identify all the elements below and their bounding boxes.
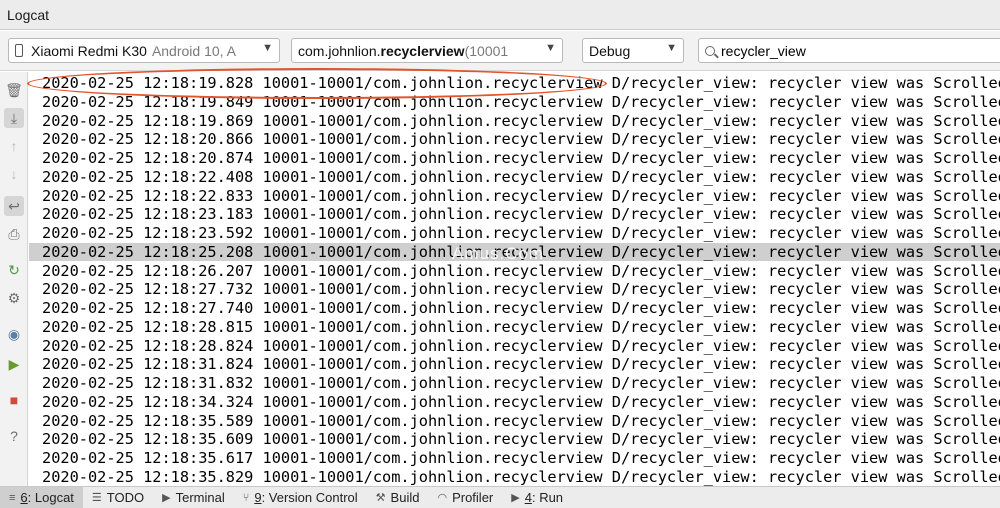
tab-label: TODO bbox=[106, 490, 145, 505]
device-name: Xiaomi Redmi K30 bbox=[31, 42, 147, 59]
filter-bar: Xiaomi Redmi K30 Android 10, A ▼ com.joh… bbox=[0, 31, 1000, 71]
panel-title: Logcat bbox=[7, 6, 50, 23]
log-line[interactable]: 2020-02-25 12:18:27.732 10001-10001/com.… bbox=[29, 280, 1000, 299]
tab-version-control[interactable]: ⑂ 9: Version Control bbox=[234, 487, 367, 508]
log-line[interactable]: 2020-02-25 12:18:23.592 10001-10001/com.… bbox=[29, 224, 1000, 243]
log-line[interactable]: 2020-02-25 12:18:35.617 10001-10001/com.… bbox=[29, 449, 1000, 468]
todo-icon: ☰ bbox=[91, 492, 102, 504]
log-line[interactable]: 2020-02-25 12:18:26.207 10001-10001/com.… bbox=[29, 262, 1000, 281]
log-line[interactable]: 2020-02-25 12:18:28.824 10001-10001/com.… bbox=[29, 337, 1000, 356]
process-selector[interactable]: com.johnlion. recyclerview (10001 ▼ bbox=[291, 38, 563, 63]
logcat-icon: ≡ bbox=[9, 491, 16, 504]
build-icon: ⚒ bbox=[375, 492, 386, 504]
settings-icon[interactable]: ⚙ bbox=[4, 288, 24, 308]
log-line[interactable]: 2020-02-25 12:18:35.609 10001-10001/com.… bbox=[29, 430, 1000, 449]
log-line[interactable]: 2020-02-25 12:18:34.324 10001-10001/com.… bbox=[29, 393, 1000, 412]
side-toolbar: 🗑 ⤓ ↑ ↓ ↩ ⎙ ↻ ⚙ ◉ ▶ ■ ? bbox=[0, 72, 28, 486]
tab-label: 9: Version Control bbox=[254, 490, 358, 505]
tab-label: Build bbox=[390, 490, 420, 505]
log-line[interactable]: 2020-02-25 12:18:31.824 10001-10001/com.… bbox=[29, 355, 1000, 374]
search-value: recycler_view bbox=[721, 42, 806, 59]
log-line[interactable]: 2020-02-25 12:18:22.833 10001-10001/com.… bbox=[29, 187, 1000, 206]
profiler-icon: ◠ bbox=[437, 492, 448, 504]
tab-todo[interactable]: ☰ TODO bbox=[83, 487, 153, 508]
log-line[interactable]: 2020-02-25 12:18:19.869 10001-10001/com.… bbox=[29, 112, 1000, 131]
device-detail: Android 10, A bbox=[151, 42, 236, 59]
process-suffix: (10001 bbox=[464, 42, 509, 59]
trash-icon[interactable]: 🗑 bbox=[4, 80, 24, 100]
log-line[interactable]: 2020-02-25 12:18:19.828 10001-10001/com.… bbox=[29, 74, 1000, 93]
search-input[interactable]: recycler_view bbox=[698, 38, 1000, 63]
log-level-selector[interactable]: Debug ▼ bbox=[582, 38, 684, 63]
tab-label: 4: Run bbox=[524, 490, 564, 505]
search-icon bbox=[705, 45, 715, 56]
print-icon[interactable]: ⎙ bbox=[4, 224, 24, 244]
tab-build[interactable]: ⚒ Build bbox=[367, 487, 429, 508]
tab-label: Terminal bbox=[175, 490, 225, 505]
log-output[interactable]: 2020-02-25 12:18:19.828 10001-10001/com.… bbox=[29, 72, 1000, 486]
watermark: Amus.Com bbox=[452, 244, 545, 263]
soft-wrap-icon[interactable]: ↩ bbox=[4, 196, 24, 216]
version-control-icon: ⑂ bbox=[242, 491, 250, 504]
log-line[interactable]: 2020-02-25 12:18:20.874 10001-10001/com.… bbox=[29, 149, 1000, 168]
help-icon[interactable]: ? bbox=[4, 426, 24, 446]
log-line[interactable]: 2020-02-25 12:18:27.740 10001-10001/com.… bbox=[29, 299, 1000, 318]
tab-profiler[interactable]: ◠ Profiler bbox=[428, 487, 502, 508]
log-line[interactable]: 2020-02-25 12:18:28.815 10001-10001/com.… bbox=[29, 318, 1000, 337]
screen-record-icon[interactable]: ▶ bbox=[4, 354, 24, 374]
scroll-to-end-icon[interactable]: ⤓ bbox=[4, 108, 24, 128]
process-bold: recyclerview bbox=[380, 42, 465, 59]
restart-icon[interactable]: ↻ bbox=[4, 260, 24, 280]
stop-icon[interactable]: ■ bbox=[4, 390, 24, 410]
tool-window-bar: ≡ 6: Logcat ☰ TODO ▶ Terminal ⑂ 9: Version Cont… bbox=[0, 486, 1000, 508]
log-line[interactable]: 2020-02-25 12:18:20.866 10001-10001/com.… bbox=[29, 130, 1000, 149]
run-icon: ▶ bbox=[511, 492, 520, 504]
chevron-down-icon: ▼ bbox=[666, 42, 677, 54]
phone-icon bbox=[15, 44, 23, 57]
log-line[interactable]: 2020-02-25 12:18:31.832 10001-10001/com.… bbox=[29, 374, 1000, 393]
terminal-icon: ▶ bbox=[162, 492, 171, 504]
log-line[interactable]: 2020-02-25 12:18:22.408 10001-10001/com.… bbox=[29, 168, 1000, 187]
log-level-value: Debug bbox=[589, 42, 631, 59]
tab-logcat[interactable]: ≡ 6: Logcat bbox=[0, 486, 83, 508]
log-line[interactable]: 2020-02-25 12:18:19.849 10001-10001/com.… bbox=[29, 93, 1000, 112]
tab-terminal[interactable]: ▶ Terminal bbox=[153, 487, 234, 508]
down-arrow-icon[interactable]: ↓ bbox=[4, 164, 24, 184]
log-line[interactable]: 2020-02-25 12:18:35.829 10001-10001/com.… bbox=[29, 468, 1000, 486]
device-selector[interactable]: Xiaomi Redmi K30 Android 10, A ▼ bbox=[8, 38, 280, 63]
up-arrow-icon[interactable]: ↑ bbox=[4, 136, 24, 156]
chevron-down-icon: ▼ bbox=[545, 42, 556, 54]
panel-title-bar: Logcat bbox=[0, 0, 1000, 30]
chevron-down-icon: ▼ bbox=[262, 42, 273, 54]
log-line[interactable]: 2020-02-25 12:18:35.589 10001-10001/com.… bbox=[29, 412, 1000, 431]
screenshot-icon[interactable]: ◉ bbox=[4, 324, 24, 344]
process-prefix: com.johnlion. bbox=[298, 42, 381, 59]
tab-run[interactable]: ▶ 4: Run bbox=[502, 487, 572, 508]
tab-label: Profiler bbox=[452, 490, 494, 505]
tab-label: 6: Logcat bbox=[20, 490, 74, 505]
log-line[interactable]: 2020-02-25 12:18:23.183 10001-10001/com.… bbox=[29, 205, 1000, 224]
